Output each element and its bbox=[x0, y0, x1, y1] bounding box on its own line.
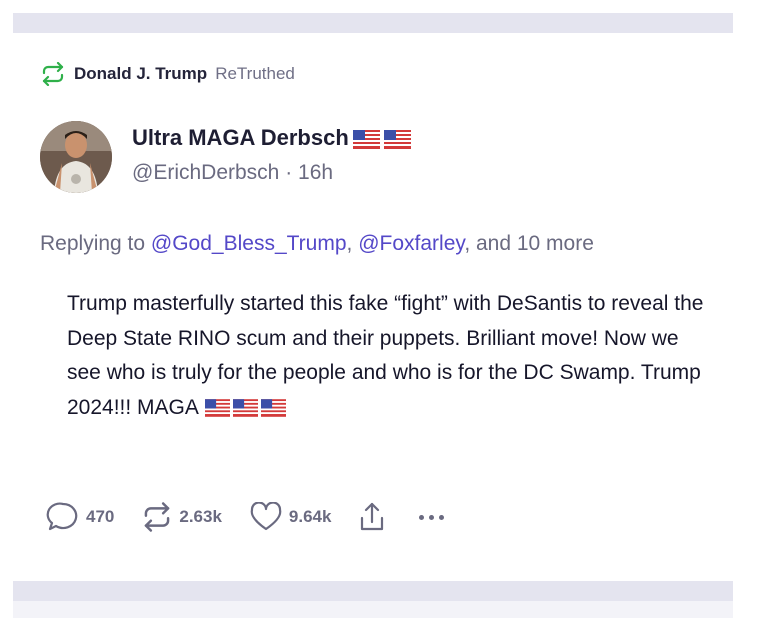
reply-icon bbox=[46, 502, 78, 531]
body-flags bbox=[204, 399, 286, 417]
reply-prefix: Replying to bbox=[40, 232, 151, 255]
handle-text[interactable]: @ErichDerbsch bbox=[132, 161, 279, 184]
post-actions: 470 2.63k 9.64k bbox=[46, 500, 445, 534]
post-time[interactable]: 16h bbox=[298, 161, 333, 184]
us-flag-icon bbox=[232, 399, 258, 417]
reply-comma: , bbox=[346, 232, 359, 255]
feed-background-top bbox=[13, 13, 733, 33]
reply-button[interactable]: 470 bbox=[46, 501, 114, 533]
reply-context: Replying to @God_Bless_Trump, @Foxfarley… bbox=[40, 232, 594, 256]
avatar[interactable] bbox=[40, 121, 112, 193]
post-text: Trump masterfully started this fake “fig… bbox=[67, 292, 704, 419]
feed-background-bottom bbox=[13, 581, 733, 618]
retruth-icon bbox=[40, 62, 66, 86]
retruth-action-label: ReTruthed bbox=[215, 64, 295, 83]
display-name-text: Ultra MAGA Derbsch bbox=[132, 125, 349, 150]
like-count: 9.64k bbox=[288, 507, 332, 526]
post-author-name[interactable]: Ultra MAGA Derbsch bbox=[132, 125, 411, 151]
share-icon bbox=[361, 502, 384, 531]
reply-suffix[interactable]: , and 10 more bbox=[464, 232, 594, 255]
reply-count: 470 bbox=[86, 507, 115, 526]
like-icon bbox=[250, 502, 282, 531]
separator: · bbox=[279, 161, 299, 184]
retruth-header: Donald J. Trump ReTruthed bbox=[40, 62, 295, 86]
post-handle: @ErichDerbsch · 16h bbox=[132, 161, 333, 185]
reply-mention-2[interactable]: @Foxfarley bbox=[358, 232, 464, 255]
retruth-count: 2.63k bbox=[179, 507, 222, 526]
us-flag-icon bbox=[260, 399, 286, 417]
retruth-user-name[interactable]: Donald J. Trump bbox=[74, 64, 207, 84]
us-flag-icon bbox=[352, 129, 380, 149]
like-button[interactable]: 9.64k bbox=[249, 502, 332, 532]
more-icon[interactable] bbox=[419, 514, 445, 520]
us-flag-icon bbox=[204, 399, 230, 417]
us-flag-icon bbox=[383, 129, 411, 149]
reply-mention-1[interactable]: @God_Bless_Trump bbox=[151, 232, 347, 255]
post-card[interactable]: Donald J. Trump ReTruthed Ultra MAGA Der… bbox=[13, 33, 733, 581]
share-button[interactable] bbox=[358, 501, 386, 533]
retruth-icon bbox=[145, 502, 170, 532]
retruth-button[interactable]: 2.63k bbox=[141, 502, 222, 532]
post-body: Trump masterfully started this fake “fig… bbox=[67, 287, 707, 425]
